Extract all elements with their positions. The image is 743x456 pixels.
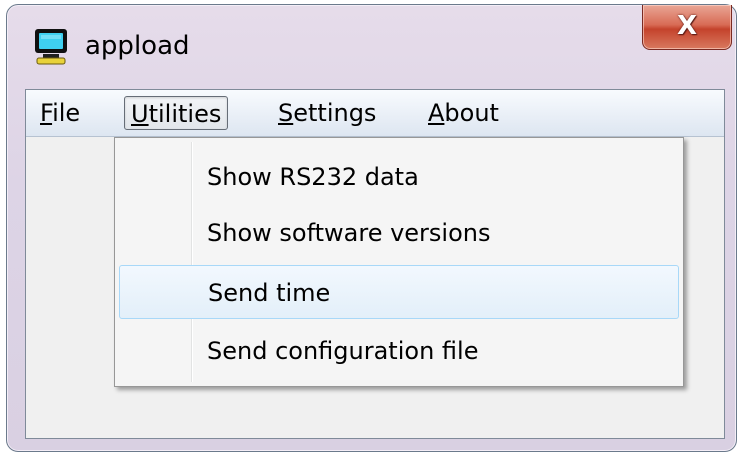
title-bar[interactable]: appload X [7, 5, 736, 89]
menu-bar: File Utilities Settings About [26, 90, 724, 137]
menu-item-label: Send configuration file [207, 337, 479, 365]
utilities-dropdown: Show RS232 data Show software versions S… [114, 137, 684, 387]
window-title: appload [85, 31, 190, 61]
close-icon: X [676, 11, 698, 41]
menu-item-show-rs232-data[interactable]: Show RS232 data [119, 150, 679, 204]
menu-utilities[interactable]: Utilities [124, 96, 229, 130]
menu-settings[interactable]: Settings [272, 96, 382, 130]
menu-utilities-mnemonic: U [131, 100, 149, 128]
close-button[interactable]: X [642, 5, 732, 50]
menu-about[interactable]: About [422, 96, 505, 130]
menu-file-rest: ile [52, 99, 81, 127]
menu-file-mnemonic: F [40, 99, 53, 127]
menu-item-label: Show software versions [207, 219, 491, 247]
menu-about-rest: bout [444, 99, 499, 127]
menu-item-show-software-versions[interactable]: Show software versions [119, 206, 679, 260]
menu-item-send-configuration-file[interactable]: Send configuration file [119, 324, 679, 378]
menu-file[interactable]: File [34, 96, 86, 130]
menu-about-mnemonic: A [428, 99, 445, 127]
menu-settings-mnemonic: S [278, 99, 294, 127]
menu-item-send-time[interactable]: Send time [119, 265, 679, 319]
menu-item-label: Show RS232 data [207, 163, 419, 191]
menu-item-label: Send time [208, 279, 331, 307]
menu-utilities-rest: tilities [148, 100, 222, 128]
computer-monitor-icon [33, 27, 69, 65]
menu-settings-rest: ettings [293, 99, 377, 127]
